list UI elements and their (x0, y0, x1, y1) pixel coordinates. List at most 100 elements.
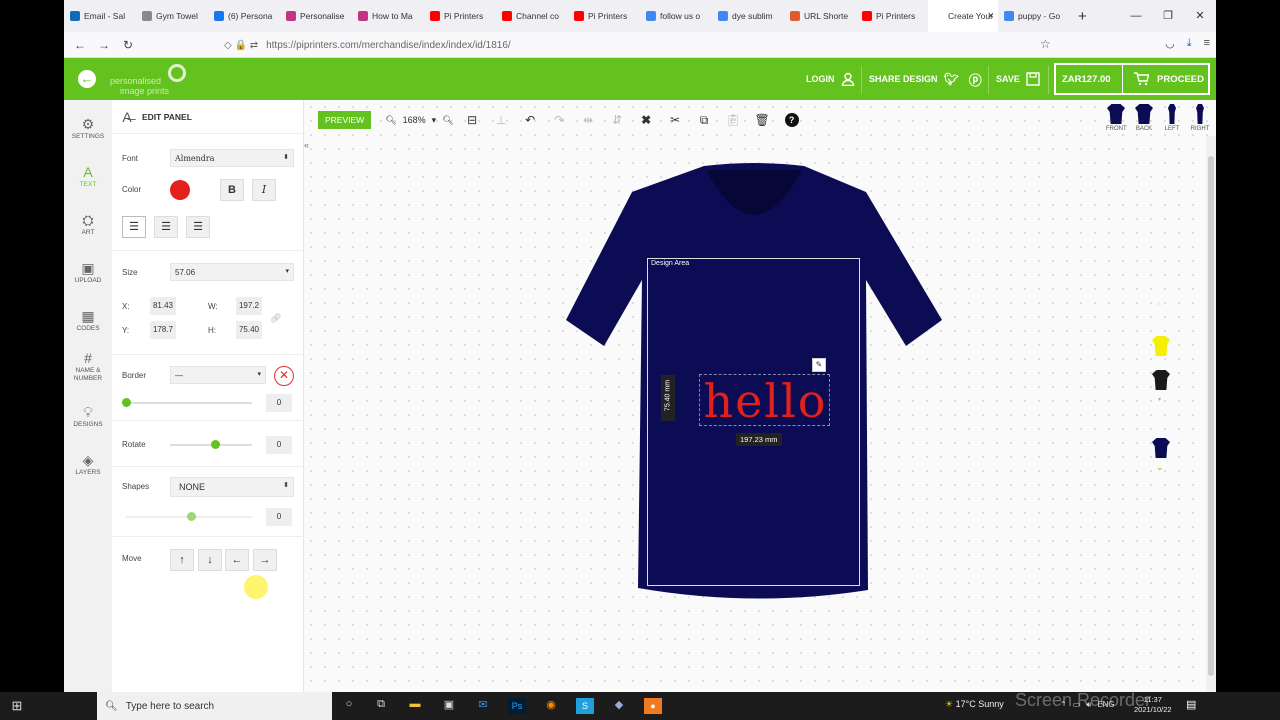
border-width-input[interactable]: 0 (266, 394, 292, 412)
app-icon[interactable]: ◆ (610, 698, 628, 714)
browser-tab[interactable]: Pi Printers (568, 0, 640, 32)
menu-icon[interactable]: ≡ (1204, 37, 1210, 50)
browser-tab[interactable]: How to Ma (352, 0, 424, 32)
view-front[interactable]: FRONT (1106, 104, 1127, 132)
help-icon[interactable]: ? (784, 113, 799, 127)
cortana-icon[interactable]: ○ (340, 698, 358, 714)
color-option-yellow[interactable] (1152, 336, 1170, 356)
redo-icon[interactable]: ↷ (545, 113, 574, 127)
login-button[interactable]: LOGIN (806, 58, 855, 100)
browser-tab[interactable]: Email - Sal (64, 0, 136, 32)
skype-icon[interactable]: S (576, 698, 594, 714)
align-center-button[interactable]: ☰ (154, 216, 178, 238)
browser-tab[interactable]: Personalise (280, 0, 352, 32)
border-slider-track[interactable] (126, 402, 252, 404)
color-swatch[interactable] (170, 180, 190, 200)
view-left[interactable]: LEFT (1162, 104, 1182, 132)
url-text[interactable]: https://piprinters.com/merchandise/index… (266, 40, 511, 51)
border-select[interactable]: — ▾ (170, 366, 266, 384)
view-back[interactable]: BACK (1134, 104, 1154, 132)
zoom-in-icon[interactable]: 🔍︎ (442, 115, 453, 126)
align-left-button[interactable]: ☰ (122, 216, 146, 238)
zoom-control[interactable]: 🔍︎ 168% ▾ 🔍︎ (385, 115, 453, 126)
collapse-panel-icon[interactable]: « (304, 140, 314, 150)
shape-value-input[interactable]: 0 (266, 508, 292, 526)
browser-tab[interactable]: Gym Towel (136, 0, 208, 32)
align-icon[interactable]: ⊟ (458, 113, 487, 127)
browser-tab[interactable]: dye sublim (712, 0, 784, 32)
h-input[interactable]: 75.40 (236, 321, 262, 339)
proceed-button[interactable]: PROCEED (1157, 74, 1204, 85)
firefox-icon[interactable]: ◉ (542, 698, 560, 714)
zoom-out-icon[interactable]: 🔍︎ (385, 115, 396, 126)
browser-tab[interactable]: Create Your × (928, 0, 998, 32)
trash-icon[interactable]: 🗑︎ (748, 113, 777, 127)
bold-button[interactable]: B (220, 179, 244, 201)
preview-button[interactable]: PREVIEW (318, 111, 372, 129)
forward-arrow-icon[interactable]: → (92, 38, 116, 52)
color-option-navy[interactable] (1152, 438, 1170, 458)
recorder-icon[interactable]: ● (644, 698, 662, 714)
move-down-button[interactable]: ↓ (198, 549, 222, 571)
download-icon[interactable]: ⤓ (1187, 37, 1192, 50)
reload-icon[interactable]: ↻ (116, 38, 140, 52)
delete-selection-icon[interactable]: ✖ (632, 113, 661, 127)
border-slider-knob[interactable] (122, 398, 131, 407)
rotate-slider-knob[interactable] (211, 440, 220, 449)
sidebar-item-art[interactable]: ⛭ ART (64, 212, 112, 237)
pocket-icon[interactable]: ◡ (1165, 37, 1175, 50)
align-right-button[interactable]: ☰ (186, 216, 210, 238)
sidebar-item-codes[interactable]: ▦ CODES (64, 308, 112, 333)
browser-tab[interactable]: puppy - Go (998, 0, 1070, 32)
font-select[interactable]: Almendra ⬍ (170, 149, 294, 167)
browser-tab[interactable]: follow us o (640, 0, 712, 32)
sidebar-item-settings[interactable]: ⚙ SETTINGS (64, 116, 112, 141)
notification-icon[interactable]: ▤ (1186, 698, 1196, 711)
new-tab-button[interactable]: + (1078, 8, 1087, 25)
shapes-select[interactable]: NONE ⬍ (170, 477, 294, 497)
mail-icon[interactable]: ✉ (474, 698, 492, 714)
sidebar-item-name-number[interactable]: # NAME & NUMBER (64, 350, 112, 383)
back-circle-icon[interactable]: ← (78, 70, 96, 88)
design-canvas[interactable]: « PREVIEW 🔍︎ 168% ▾ 🔍︎ ⊟ ⊥ ↶ ↷ ⇹ ⇵ ✖ ✂ ⧉… (304, 100, 1216, 692)
browser-tab[interactable]: Pi Printers (856, 0, 928, 32)
weather-widget[interactable]: ☀ 17°C Sunny (945, 699, 1004, 710)
close-window-button[interactable]: ✕ (1184, 0, 1216, 32)
windows-start-icon[interactable]: ⊞ (8, 698, 26, 714)
browser-tab[interactable]: Channel co (496, 0, 568, 32)
sidebar-item-upload[interactable]: ▣ UPLOAD (64, 260, 112, 285)
distribute-icon[interactable]: ⊥ (487, 113, 516, 127)
y-input[interactable]: 178.7 (150, 321, 176, 339)
task-view-icon[interactable]: ⧉ (372, 698, 390, 714)
more-colors-icon[interactable]: ▾ (1158, 396, 1161, 403)
edit-pencil-icon[interactable]: ✎ (812, 358, 826, 372)
page-scrollbar[interactable] (1206, 136, 1216, 692)
browser-tab[interactable]: (6) Persona (208, 0, 280, 32)
shape-slider-knob[interactable] (187, 512, 196, 521)
undo-icon[interactable]: ↶ (516, 113, 545, 127)
move-left-button[interactable]: ← (225, 549, 249, 571)
address-bar[interactable]: ◇ 🔒 ⇄ https://piprinters.com/merchandise… (224, 35, 1054, 55)
rotate-input[interactable]: 0 (266, 436, 292, 454)
twitter-icon[interactable]: 🐦︎ (944, 72, 959, 86)
italic-button[interactable]: I (252, 179, 276, 201)
taskbar-search[interactable]: 🔍︎ Type here to search (97, 692, 332, 720)
cut-icon[interactable]: ✂ (661, 113, 690, 127)
minimize-button[interactable]: — (1120, 0, 1152, 32)
flip-vertical-icon[interactable]: ⇵ (603, 113, 632, 127)
bookmark-star-icon[interactable]: ☆ (1040, 37, 1051, 51)
share-design-button[interactable]: SHARE DESIGN 🐦︎ ⓟ (869, 58, 982, 100)
scrollbar-thumb[interactable] (1208, 156, 1214, 676)
move-right-button[interactable]: → (253, 549, 277, 571)
photoshop-icon[interactable]: Ps (508, 698, 526, 714)
text-object[interactable]: hello (699, 374, 830, 427)
copy-icon[interactable]: ⧉ (690, 113, 719, 128)
cart-proceed-box[interactable]: ZAR127.00 PROCEED (1054, 63, 1210, 95)
move-up-button[interactable]: ↑ (170, 549, 194, 571)
browser-tab[interactable]: Pi Printers (424, 0, 496, 32)
pinterest-icon[interactable]: ⓟ (969, 70, 982, 89)
maximize-button[interactable]: ❐ (1152, 0, 1184, 32)
chevron-up-icon[interactable]: ⌃ (1156, 302, 1163, 311)
browser-tab[interactable]: URL Shorte (784, 0, 856, 32)
flip-horizontal-icon[interactable]: ⇹ (574, 113, 603, 127)
